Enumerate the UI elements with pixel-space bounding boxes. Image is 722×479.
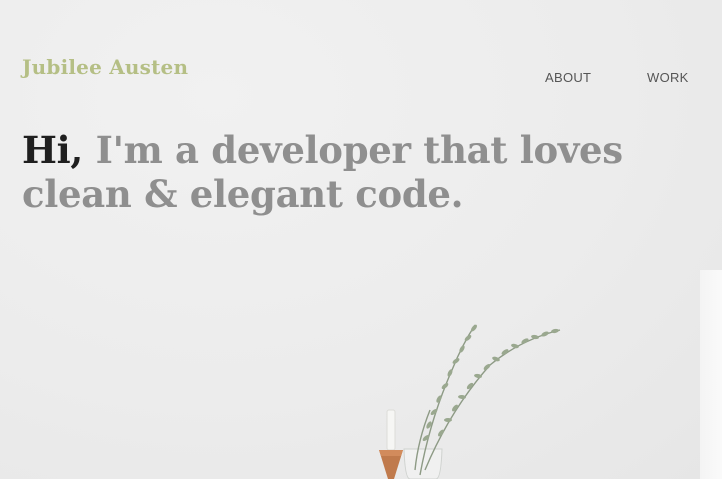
candle xyxy=(386,409,396,451)
glass-vase xyxy=(403,448,443,479)
plant-vase-illustration xyxy=(379,324,561,479)
eucalyptus-leaves xyxy=(422,324,559,441)
